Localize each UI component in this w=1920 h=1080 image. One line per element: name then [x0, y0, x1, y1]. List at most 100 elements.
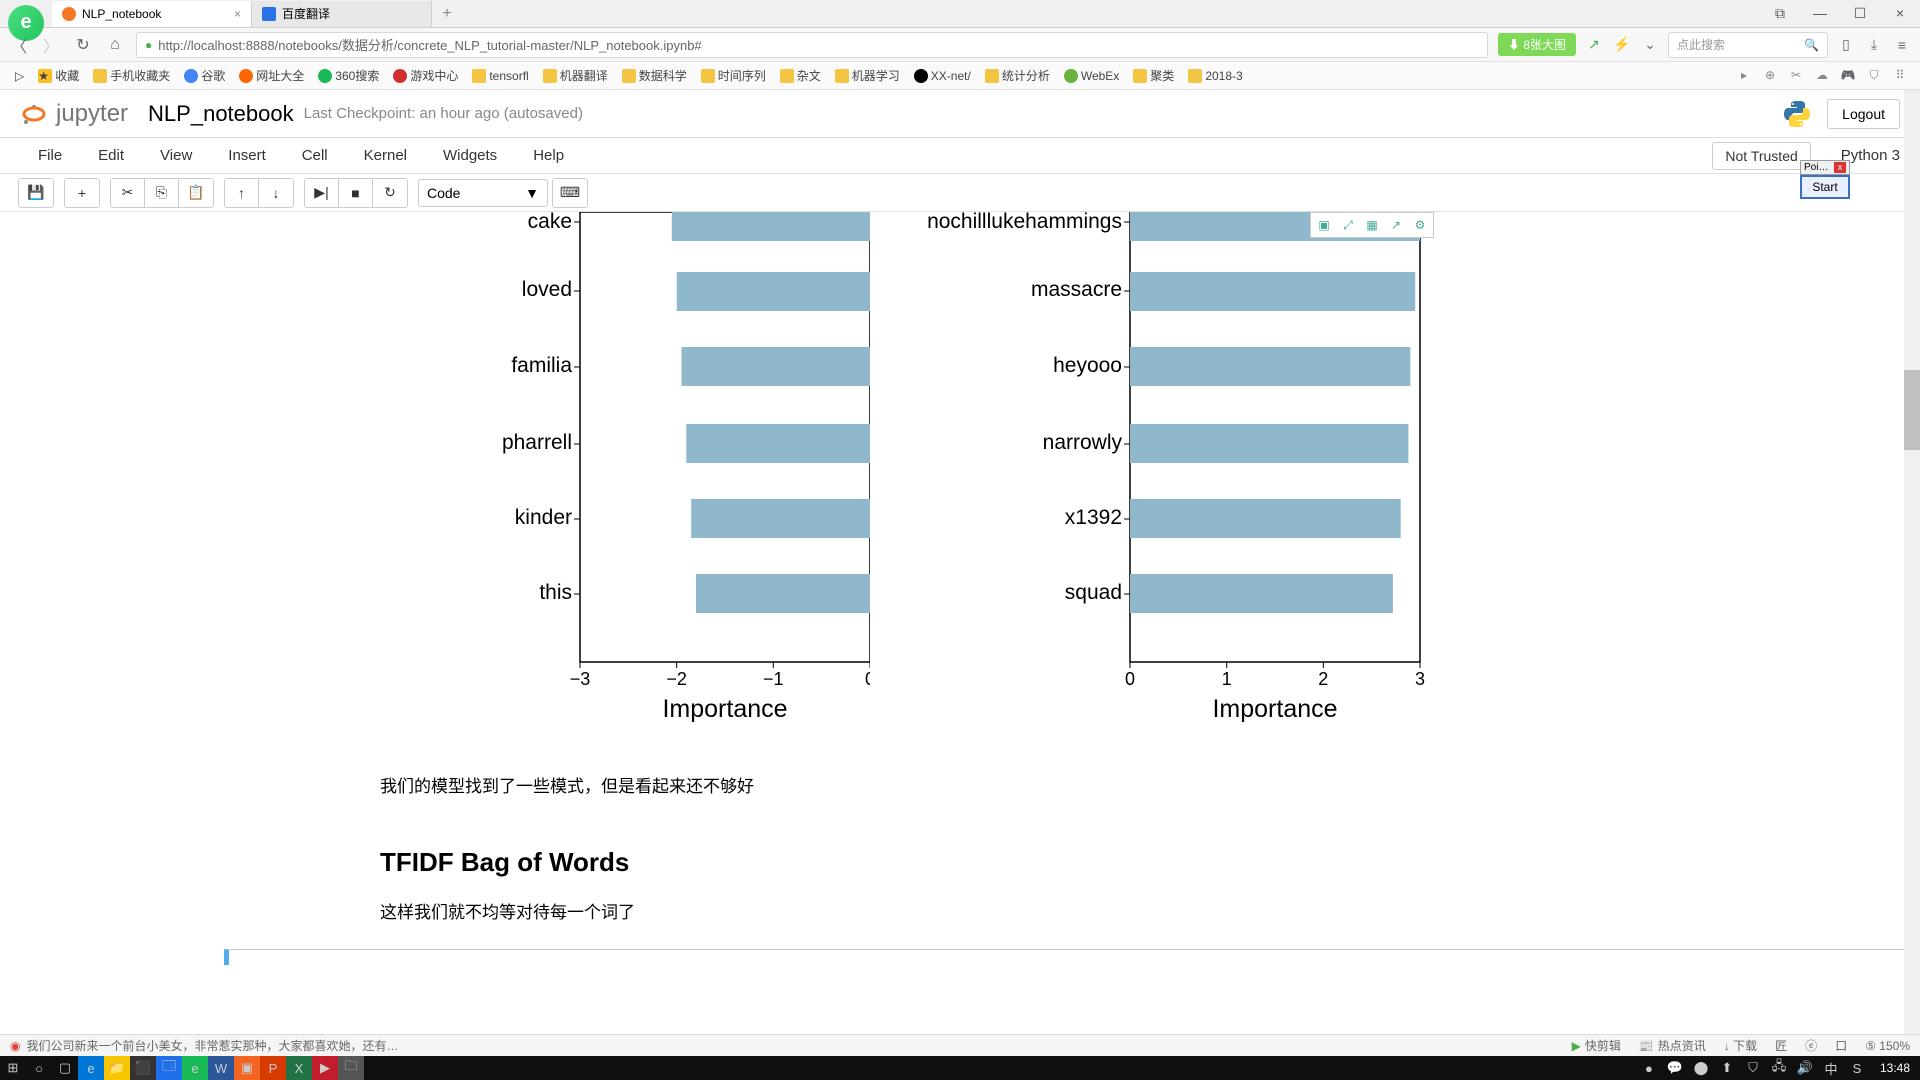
notebook-title[interactable]: NLP_notebook: [148, 101, 294, 127]
cloud-icon[interactable]: ☁: [1812, 68, 1832, 83]
menu-insert[interactable]: Insert: [210, 141, 284, 170]
tray-icon[interactable]: ●: [1636, 1056, 1662, 1080]
bookmark-item[interactable]: tensorfl: [467, 67, 533, 85]
app-icon[interactable]: 🗔: [156, 1056, 182, 1080]
bookmark-icon[interactable]: ▣: [1313, 215, 1335, 235]
save-icon[interactable]: 💾: [19, 179, 53, 207]
gear-icon[interactable]: ⚙: [1409, 215, 1431, 235]
start-button[interactable]: Start: [1800, 175, 1850, 199]
jupyter-logo[interactable]: jupyter: [20, 100, 128, 128]
url-input[interactable]: ● http://localhost:8888/notebooks/数据分析/c…: [136, 32, 1488, 58]
close-icon[interactable]: x: [1834, 162, 1846, 173]
bookmark-item[interactable]: 谷歌: [179, 65, 230, 86]
tray-ime-icon[interactable]: 中: [1818, 1056, 1844, 1080]
menu-file[interactable]: File: [20, 141, 80, 170]
window-restore-icon[interactable]: ⧉: [1760, 5, 1800, 22]
video-icon[interactable]: ▸: [1734, 68, 1754, 83]
app-icon[interactable]: P: [260, 1056, 286, 1080]
sb-item[interactable]: 口: [1835, 1037, 1847, 1054]
selected-cell-border[interactable]: [224, 949, 1904, 965]
menu-cell[interactable]: Cell: [284, 141, 346, 170]
vertical-scrollbar[interactable]: [1904, 90, 1920, 1034]
reload-icon[interactable]: ↻: [72, 35, 94, 55]
sb-item[interactable]: 匠: [1775, 1037, 1787, 1054]
back-icon[interactable]: 〈: [8, 33, 30, 57]
tray-icon[interactable]: ⛉: [1740, 1056, 1766, 1080]
move-down-icon[interactable]: ↓: [259, 179, 293, 207]
not-trusted-button[interactable]: Not Trusted: [1712, 142, 1810, 170]
share-icon[interactable]: ↗: [1584, 36, 1604, 53]
search-icon[interactable]: 🔍: [1804, 38, 1819, 52]
screenshot-icon[interactable]: ▦: [1361, 215, 1383, 235]
sb-item[interactable]: 📰热点资讯: [1639, 1037, 1706, 1054]
download-badge[interactable]: ⬇ 8张大图: [1498, 33, 1576, 56]
app-icon[interactable]: ▶: [312, 1056, 338, 1080]
bookmark-item[interactable]: WebEx: [1059, 67, 1124, 85]
run-icon[interactable]: ▶|: [305, 179, 339, 207]
taskbar-clock[interactable]: 13:48: [1870, 1061, 1920, 1075]
app-icon[interactable]: ⬛: [130, 1056, 156, 1080]
start-icon[interactable]: ⊞: [0, 1056, 26, 1080]
tray-icon[interactable]: ⬤: [1688, 1056, 1714, 1080]
bookmark-item[interactable]: 网址大全: [234, 65, 309, 86]
sb-item[interactable]: ↓ 下载: [1724, 1037, 1757, 1054]
bookmark-item[interactable]: ★收藏: [33, 65, 84, 86]
game-icon[interactable]: 🎮: [1838, 68, 1858, 83]
tab-inactive[interactable]: 百度翻译: [252, 1, 432, 27]
app-icon[interactable]: 🗀: [338, 1056, 364, 1080]
menu-widgets[interactable]: Widgets: [425, 141, 515, 170]
command-palette-icon[interactable]: ⌨: [553, 179, 587, 207]
bookmark-item[interactable]: 游戏中心: [388, 65, 463, 86]
bolt-icon[interactable]: ⚡: [1612, 36, 1632, 53]
bookmark-item[interactable]: XX-net/: [909, 67, 976, 85]
bookmark-item[interactable]: 统计分析: [980, 65, 1055, 86]
stop-icon[interactable]: ■: [339, 179, 373, 207]
shield-icon[interactable]: ⛉: [1864, 68, 1884, 83]
sb-zoom[interactable]: ⑤ 150%: [1865, 1037, 1910, 1054]
panel-icon[interactable]: ▯: [1836, 36, 1856, 53]
app-icon[interactable]: W: [208, 1056, 234, 1080]
bookmark-item[interactable]: 手机收藏夹: [88, 65, 175, 86]
download-icon[interactable]: ⤓: [1864, 36, 1884, 53]
tab-active[interactable]: NLP_notebook ×: [52, 1, 252, 27]
puzzle-icon[interactable]: ⊕: [1760, 68, 1780, 83]
close-icon[interactable]: ×: [234, 7, 241, 21]
cell-type-select[interactable]: Code ▼: [418, 179, 548, 207]
tray-icon[interactable]: 💬: [1662, 1056, 1688, 1080]
sb-item[interactable]: ⓔ: [1805, 1037, 1817, 1054]
chevron-down-icon[interactable]: ⌄: [1640, 36, 1660, 53]
menu-icon[interactable]: ≡: [1892, 37, 1912, 53]
bookmark-item[interactable]: 时间序列: [696, 65, 771, 86]
app-icon[interactable]: ▣: [234, 1056, 260, 1080]
menu-kernel[interactable]: Kernel: [346, 141, 425, 170]
expand-icon[interactable]: ⤢: [1337, 215, 1359, 235]
bookmark-item[interactable]: 杂文: [775, 65, 826, 86]
logout-button[interactable]: Logout: [1827, 99, 1900, 129]
tray-icon[interactable]: 🖧: [1766, 1056, 1792, 1080]
window-maximize-icon[interactable]: ☐: [1840, 5, 1880, 22]
new-tab-button[interactable]: +: [432, 5, 462, 23]
tray-icon[interactable]: S: [1844, 1056, 1870, 1080]
window-minimize-icon[interactable]: —: [1800, 5, 1840, 22]
paste-icon[interactable]: 📋: [179, 179, 213, 207]
search-input[interactable]: 点此搜索 🔍: [1668, 32, 1828, 58]
add-cell-icon[interactable]: +: [65, 179, 99, 207]
app-icon[interactable]: 📁: [104, 1056, 130, 1080]
sb-item[interactable]: ▶快剪辑: [1572, 1037, 1621, 1054]
search-icon[interactable]: ○: [26, 1056, 52, 1080]
move-up-icon[interactable]: ↑: [225, 179, 259, 207]
window-close-icon[interactable]: ×: [1880, 5, 1920, 22]
bookmark-item[interactable]: 360搜索: [313, 65, 384, 86]
scissors-icon[interactable]: ✂: [1786, 68, 1806, 83]
floating-widget[interactable]: Poi…x Start: [1800, 160, 1850, 199]
menu-view[interactable]: View: [142, 141, 210, 170]
menu-edit[interactable]: Edit: [80, 141, 142, 170]
tray-icon[interactable]: ⬆: [1714, 1056, 1740, 1080]
bookmark-item[interactable]: 数据科学: [617, 65, 692, 86]
bookmarks-toggle-icon[interactable]: ▷: [10, 67, 29, 85]
scrollbar-thumb[interactable]: [1904, 370, 1920, 450]
bookmark-item[interactable]: 机器翻译: [538, 65, 613, 86]
home-icon[interactable]: ⌂: [104, 36, 126, 54]
app-icon[interactable]: e: [182, 1056, 208, 1080]
tray-icon[interactable]: 🔊: [1792, 1056, 1818, 1080]
